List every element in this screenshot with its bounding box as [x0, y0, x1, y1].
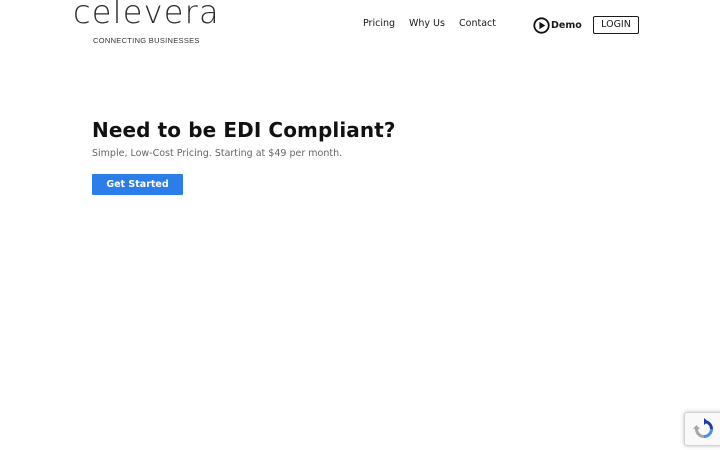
recaptcha-icon	[693, 418, 713, 438]
logo[interactable]: celevera CONNECTING BUSINESSES	[73, 0, 219, 50]
demo-button[interactable]: Demo	[533, 15, 582, 35]
page: celevera CONNECTING BUSINESSES Pricing W…	[0, 0, 720, 450]
nav-link-contact[interactable]: Contact	[459, 18, 496, 29]
recaptcha-badge[interactable]	[684, 412, 720, 446]
demo-label: Demo	[551, 19, 582, 31]
hero-title: Need to be EDI Compliant?	[92, 118, 396, 142]
nav-link-pricing[interactable]: Pricing	[363, 18, 395, 29]
play-circle-icon	[533, 16, 550, 34]
hero-subtitle: Simple, Low-Cost Pricing. Starting at $4…	[92, 148, 343, 159]
login-button[interactable]: LOGIN	[593, 16, 639, 34]
logo-wordmark: celevera	[73, 0, 220, 31]
nav-link-why-us[interactable]: Why Us	[409, 18, 445, 29]
logo-tagline: CONNECTING BUSINESSES	[93, 36, 200, 45]
get-started-button[interactable]: Get Started	[92, 174, 183, 195]
